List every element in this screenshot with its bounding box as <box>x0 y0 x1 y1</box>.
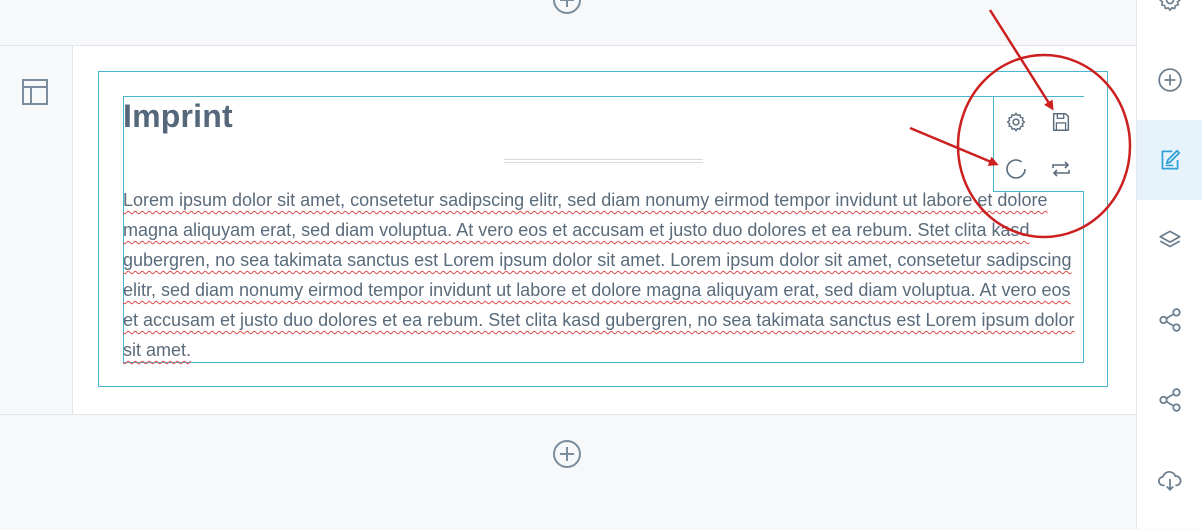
share-icon <box>1159 308 1181 332</box>
content-row: Imprint Lorem ipsum dolor sit amet, cons… <box>0 46 1136 414</box>
block-toolbar <box>993 97 1084 192</box>
edit-icon <box>1161 149 1181 170</box>
add-icon <box>1158 68 1182 92</box>
layers-icon <box>1159 230 1181 248</box>
block-settings-button[interactable] <box>1001 107 1031 137</box>
save-block-button[interactable] <box>1046 107 1076 137</box>
sidebar-item-download[interactable] <box>1137 450 1202 510</box>
sidebar-item-edit[interactable] <box>1137 120 1202 200</box>
swap-block-button[interactable] <box>1046 154 1076 184</box>
share-icon <box>1159 388 1181 412</box>
sidebar-item-share-2[interactable] <box>1137 370 1202 430</box>
sidebar-item-share[interactable] <box>1137 290 1202 350</box>
swap-icon <box>1052 161 1070 177</box>
add-section-bottom-button[interactable] <box>553 440 581 468</box>
add-section-top-button[interactable] <box>553 0 581 14</box>
sidebar-item-add[interactable] <box>1137 50 1202 110</box>
sidebar-item-layers[interactable] <box>1137 210 1202 270</box>
divider <box>504 159 703 163</box>
section-above <box>0 0 1136 46</box>
reset-icon <box>1006 159 1026 179</box>
right-sidebar <box>1136 0 1202 529</box>
gear-icon <box>1159 0 1181 12</box>
section-below <box>0 414 1136 530</box>
layout-icon[interactable] <box>22 79 48 105</box>
row-handle[interactable] <box>0 46 73 414</box>
page-title[interactable]: Imprint <box>123 98 233 135</box>
cloud-download-icon <box>1158 470 1182 491</box>
save-icon <box>1052 113 1070 131</box>
reset-block-button[interactable] <box>1001 154 1031 184</box>
body-text[interactable]: Lorem ipsum dolor sit amet, consetetur s… <box>123 185 1078 365</box>
sidebar-item-settings[interactable] <box>1137 0 1202 30</box>
gear-icon <box>1006 112 1026 132</box>
